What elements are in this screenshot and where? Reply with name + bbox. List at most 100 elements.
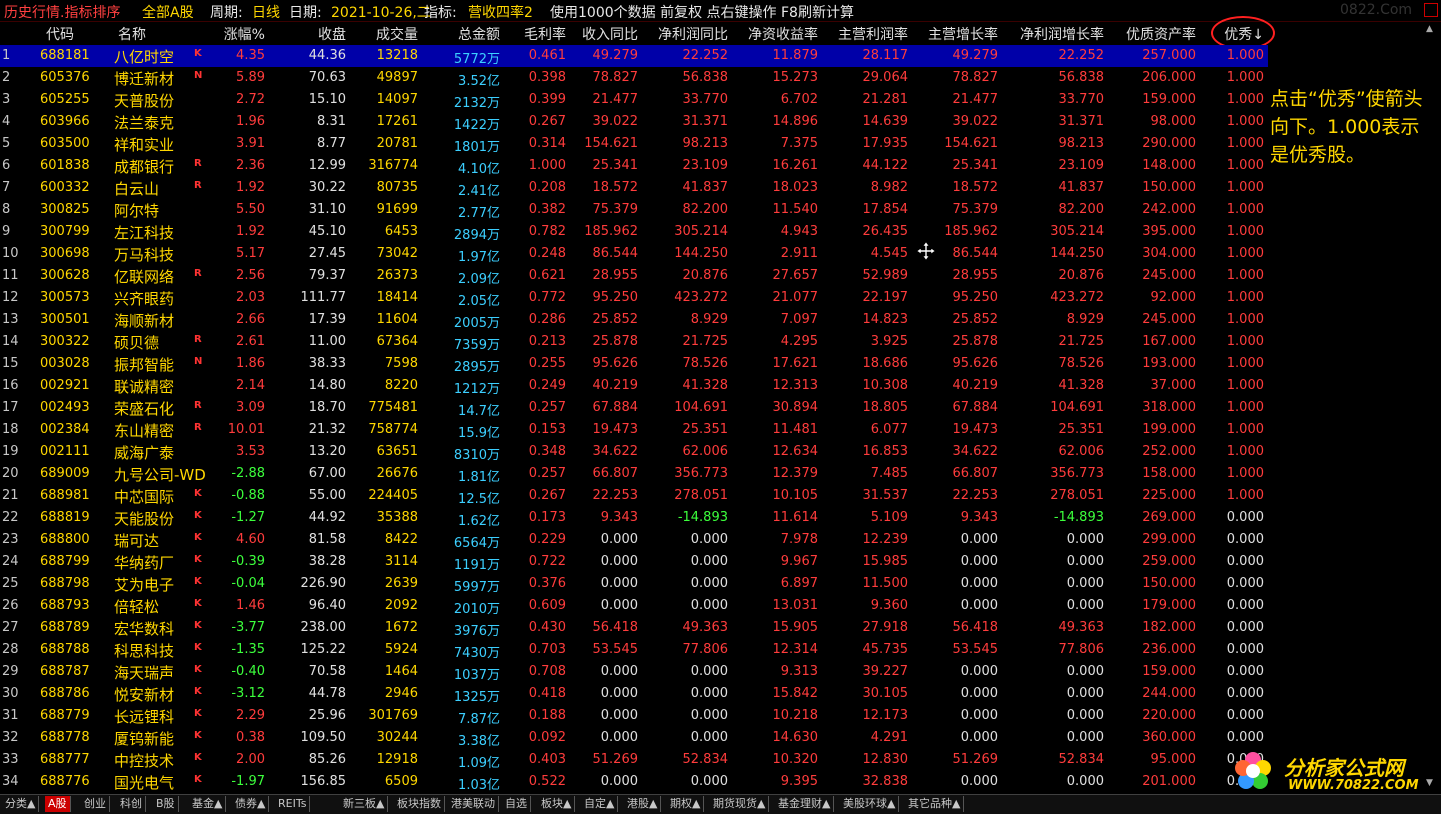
table-row[interactable]: 26 688793 倍轻松 K 1.46 96.40 2092 2010万 0.609 0.000… xyxy=(0,595,1268,617)
cell-ex: 1.000 xyxy=(1226,92,1264,107)
table-row[interactable]: 31 688779 长远锂科 K 2.29 25.96 301769 7.87亿 0.188 0.… xyxy=(0,705,1268,727)
col-header-close[interactable]: 收盘 xyxy=(290,24,346,44)
cell-amt: 3.52亿 xyxy=(458,74,500,89)
table-row[interactable]: 12 300573 兴齐眼药 2.03 111.77 18414 2.05亿 0.772 95.… xyxy=(0,287,1268,309)
table-row[interactable]: 14 300322 硕贝德 R 2.61 11.00 67364 7359万 0.213 25.8… xyxy=(0,331,1268,353)
cell-name: 天能股份 xyxy=(114,510,175,528)
table-row[interactable]: 1 688181 八亿时空 K 4.35 44.36 13218 5772万 0.461 49.2… xyxy=(0,45,1268,67)
market-tab[interactable]: 其它品种▲ xyxy=(905,796,965,812)
cell-rev: 51.269 xyxy=(592,752,639,767)
table-row[interactable]: 11 300628 亿联网络 R 2.56 79.37 26373 2.09亿 0.621 28.… xyxy=(0,265,1268,287)
table-row[interactable]: 5 603500 祥和实业 3.91 8.77 20781 1801万 0.314 154.62… xyxy=(0,133,1268,155)
table-row[interactable]: 3 605255 天普股份 2.72 15.10 14097 2132万 0.399 21.47… xyxy=(0,89,1268,111)
col-header-net-profit-yoy[interactable]: 净利润同比 xyxy=(640,24,728,44)
market-tab[interactable]: 创业 xyxy=(81,796,110,812)
cell-npg: 49.363 xyxy=(1058,620,1105,635)
table-row[interactable]: 2 605376 博迁新材 N 5.89 70.63 49897 3.52亿 0.398 78.8… xyxy=(0,67,1268,89)
market-tab[interactable]: B股 xyxy=(153,796,179,812)
col-header-op-margin[interactable]: 主营利润率 xyxy=(820,24,908,44)
col-header-revenue-yoy[interactable]: 收入同比 xyxy=(570,24,638,44)
market-tab[interactable]: 科创 xyxy=(117,796,146,812)
table-row[interactable]: 6 601838 成都银行 R 2.36 12.99 316774 4.10亿 1.000 25.… xyxy=(0,155,1268,177)
market-tab[interactable]: 期货现货▲ xyxy=(710,796,770,812)
col-header-np-growth[interactable]: 净利润增长率 xyxy=(1000,24,1104,44)
table-row[interactable]: 33 688777 中控技术 K 2.00 85.26 12918 1.09亿 0.403 51.… xyxy=(0,749,1268,771)
table-row[interactable]: 28 688788 科思科技 K -1.35 125.22 5924 7430万 0.703 53… xyxy=(0,639,1268,661)
scroll-up-arrow[interactable]: ▲ xyxy=(1426,24,1436,36)
market-tab[interactable]: 基金▲ xyxy=(189,796,227,812)
market-tab[interactable]: 港美联动 xyxy=(448,796,499,812)
cell-code: 689009 xyxy=(40,466,90,481)
cell-np: 20.876 xyxy=(682,268,729,283)
table-row[interactable]: 17 002493 荣盛石化 R 3.09 18.70 775481 14.7亿 0.257 67… xyxy=(0,397,1268,419)
table-row[interactable]: 18 002384 东山精密 R 10.01 21.32 758774 15.9亿 0.153 1… xyxy=(0,419,1268,441)
close-button[interactable] xyxy=(1424,3,1438,17)
market-tab[interactable]: 分类▲ xyxy=(2,796,40,812)
table-row[interactable]: 19 002111 威海广泰 3.53 13.20 63651 8310万 0.348 34.6… xyxy=(0,441,1268,463)
cell-qa: 304.000 xyxy=(1142,246,1196,261)
market-label[interactable]: 全部A股 xyxy=(142,2,194,22)
cell-name: 国光电气 xyxy=(114,774,175,792)
cell-close: 156.85 xyxy=(300,774,347,789)
date-value[interactable]: 2021-10-26,二 xyxy=(331,2,431,22)
table-row[interactable]: 9 300799 左江科技 1.92 45.10 6453 2894万 0.782 185.96… xyxy=(0,221,1268,243)
table-row[interactable]: 27 688789 宏华数科 K -3.77 238.00 1672 3976万 0.430 56… xyxy=(0,617,1268,639)
cell-gm: 0.722 xyxy=(528,554,566,569)
table-row[interactable]: 34 688776 国光电气 K -1.97 156.85 6509 1.03亿 0.522 0.… xyxy=(0,771,1268,793)
table-row[interactable]: 24 688799 华纳药厂 K -0.39 38.28 3114 1191万 0.722 0.0… xyxy=(0,551,1268,573)
indicator-value[interactable]: 营收四率2 xyxy=(468,2,533,22)
market-tab[interactable]: 港股▲ xyxy=(624,796,662,812)
market-tab[interactable]: REITs xyxy=(275,796,311,812)
table-row[interactable]: 22 688819 天能股份 K -1.27 44.92 35388 1.62亿 0.173 9.… xyxy=(0,507,1268,529)
table-row[interactable]: 7 600332 白云山 R 1.92 30.22 80735 2.41亿 0.208 18.57… xyxy=(0,177,1268,199)
table-row[interactable]: 32 688778 厦钨新能 K 0.38 109.50 30244 3.38亿 0.092 0.… xyxy=(0,727,1268,749)
market-tab[interactable]: 板块指数 xyxy=(394,796,445,812)
market-tab[interactable]: 自选 xyxy=(502,796,531,812)
market-tab[interactable]: A股 xyxy=(45,796,71,812)
cell-close: 79.37 xyxy=(308,268,346,283)
table-row[interactable]: 16 002921 联诚精密 2.14 14.80 8220 1212万 0.249 40.21… xyxy=(0,375,1268,397)
table-row[interactable]: 30 688786 悦安新材 K -3.12 44.78 2946 1325万 0.418 0.0… xyxy=(0,683,1268,705)
table-row[interactable]: 25 688798 艾为电子 K -0.04 226.90 2639 5997万 0.376 0.… xyxy=(0,573,1268,595)
market-tab[interactable]: 期权▲ xyxy=(667,796,705,812)
cell-vol: 91699 xyxy=(376,202,418,217)
table-row[interactable]: 23 688800 瑞可达 K 4.60 81.58 8422 6564万 0.229 0.000… xyxy=(0,529,1268,551)
col-header-amount[interactable]: 总金额 xyxy=(430,24,500,44)
cell-n: 24 xyxy=(2,554,19,569)
col-header-op-growth[interactable]: 主营增长率 xyxy=(910,24,998,44)
period-value[interactable]: 日线 xyxy=(252,2,280,22)
cell-code: 688788 xyxy=(40,642,90,657)
market-tab[interactable]: 债券▲ xyxy=(232,796,270,812)
col-header-volume[interactable]: 成交量 xyxy=(360,24,418,44)
col-header-roe[interactable]: 净资收益率 xyxy=(730,24,818,44)
cell-gm: 0.418 xyxy=(528,686,566,701)
table-row[interactable]: 29 688787 海天瑞声 K -0.40 70.58 1464 1037万 0.708 0.0… xyxy=(0,661,1268,683)
col-header-change[interactable]: 涨幅% xyxy=(200,24,265,44)
market-tab[interactable]: 板块▲ xyxy=(538,796,576,812)
table-row[interactable]: 10 300698 万马科技 5.17 27.45 73042 1.97亿 0.248 86.5… xyxy=(0,243,1268,265)
market-tab[interactable]: 基金理财▲ xyxy=(775,796,835,812)
cell-np: 77.806 xyxy=(682,642,729,657)
cell-og: 0.000 xyxy=(960,730,998,745)
table-row[interactable]: 21 688981 中芯国际 K -0.88 55.00 224405 12.5亿 0.267 2… xyxy=(0,485,1268,507)
cell-gm: 0.708 xyxy=(528,664,566,679)
col-header-code[interactable]: 代码 xyxy=(46,24,74,44)
cell-ex: 1.000 xyxy=(1226,312,1264,327)
table-row[interactable]: 8 300825 阿尔特 5.50 31.10 91699 2.77亿 0.382 75.379… xyxy=(0,199,1268,221)
table-row[interactable]: 15 003028 振邦智能 N 1.86 38.33 7598 2895万 0.255 95.6… xyxy=(0,353,1268,375)
market-tab[interactable]: 美股环球▲ xyxy=(840,796,900,812)
cell-name: 祥和实业 xyxy=(114,136,175,154)
table-row[interactable]: 20 689009 九号公司-WD -2.88 67.00 26676 1.81亿 0.257… xyxy=(0,463,1268,485)
cell-rev: 39.022 xyxy=(592,114,639,129)
col-header-gross-margin[interactable]: 毛利率 xyxy=(510,24,566,44)
col-header-quality-asset[interactable]: 优质资产率 xyxy=(1106,24,1196,44)
table-row[interactable]: 13 300501 海顺新材 2.66 17.39 11604 2005万 0.286 25.8… xyxy=(0,309,1268,331)
market-tab[interactable]: 新三板▲ xyxy=(340,796,389,812)
cell-rev: 66.807 xyxy=(592,466,639,481)
cell-roe: 10.105 xyxy=(772,488,819,503)
col-header-name[interactable]: 名称 xyxy=(118,24,146,44)
market-tab[interactable]: 自定▲ xyxy=(581,796,619,812)
table-row[interactable]: 4 603966 法兰泰克 1.96 8.31 17261 1422万 0.267 39.022… xyxy=(0,111,1268,133)
cell-npg: 62.006 xyxy=(1058,444,1105,459)
cell-roe: 11.540 xyxy=(772,202,819,217)
